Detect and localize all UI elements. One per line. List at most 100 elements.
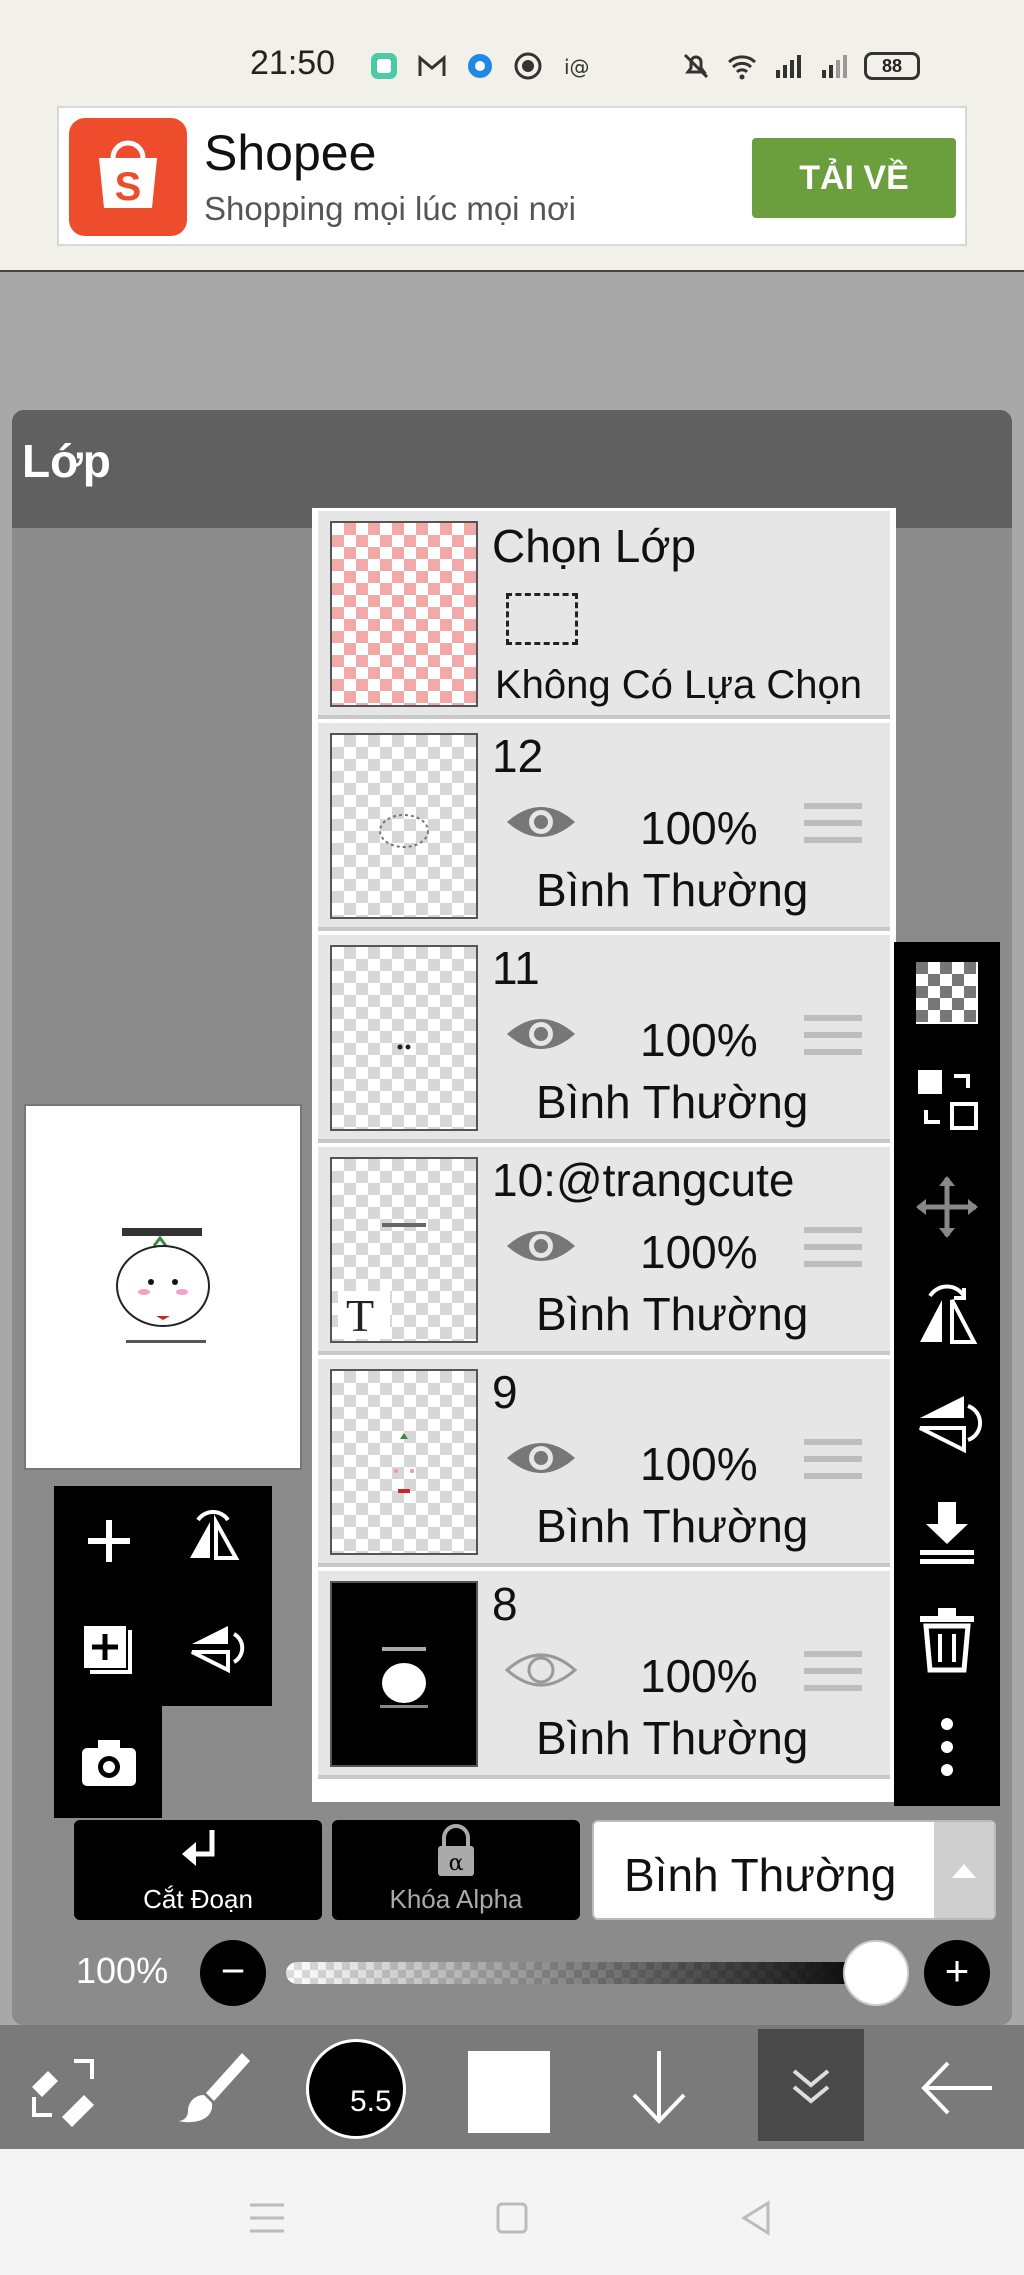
layer-name: 11 [492, 942, 540, 994]
trash-icon[interactable] [912, 1604, 982, 1674]
bottom-toolbar: 5.5 [0, 2025, 1024, 2149]
panel-title: Lớp [22, 435, 111, 487]
move-layer-icon[interactable] [912, 1064, 982, 1134]
drag-handle-icon[interactable] [804, 1013, 862, 1057]
layer-name: 8 [492, 1578, 518, 1630]
flip-v-icon[interactable] [178, 1612, 248, 1682]
ad-banner[interactable]: S Shopee Shopping mọi lúc mọi nơi TẢI VỀ [57, 106, 967, 246]
visibility-eye-icon[interactable] [503, 1433, 579, 1483]
layer-row[interactable]: 11 100% Bình Thường [318, 935, 890, 1143]
layer-blend-mode: Bình Thường [536, 1076, 809, 1128]
ad-subtitle: Shopping mọi lúc mọi nơi [204, 190, 576, 227]
flip-vertical-icon[interactable] [912, 1388, 982, 1458]
layer-panel: Lớp Chọn Lớp Không Có Lựa Chọn 12 100% B… [12, 410, 1012, 2025]
secondary-color-swatch[interactable] [468, 2051, 550, 2133]
clipping-button[interactable]: Cắt Đoạn [74, 1820, 322, 1920]
blend-mode-value: Bình Thường [624, 1849, 897, 1901]
visibility-eye-icon[interactable] [503, 1221, 579, 1271]
layer-tools-right [894, 942, 1000, 1806]
layer-blend-mode: Bình Thường [536, 1288, 809, 1340]
drag-handle-icon[interactable] [804, 1225, 862, 1269]
opacity-decrease-button[interactable]: − [200, 1940, 266, 2006]
home-icon[interactable] [487, 2193, 537, 2243]
camera-icon[interactable] [74, 1728, 144, 1798]
svg-text:S: S [115, 165, 142, 209]
menu-icon[interactable] [242, 2193, 292, 2243]
layer-row[interactable]: 9 100% Bình Thường [318, 1359, 890, 1567]
selection-status: Không Có Lựa Chọn [495, 663, 863, 707]
svg-text:i@: i@ [564, 55, 590, 79]
layer-tools-left [54, 1486, 272, 1818]
triangle-up-icon [952, 1864, 976, 1878]
ad-title: Shopee [204, 125, 377, 181]
brush-size-value: 5.5 [350, 2085, 392, 2118]
layer-thumbnail: T [330, 1157, 478, 1343]
opacity-increase-button[interactable]: + [924, 1940, 990, 2006]
opacity-slider-row: 100% − + [12, 1936, 1012, 2016]
back-icon[interactable] [732, 2193, 782, 2243]
opacity-slider-track[interactable] [286, 1962, 886, 1984]
shopping-bag-icon: S [99, 140, 157, 209]
layer-thumbnail [330, 1369, 478, 1555]
signal-icon [776, 55, 801, 78]
double-chevron-down-icon [792, 2069, 830, 2104]
visibility-eye-icon[interactable] [503, 797, 579, 847]
preview-drawing [116, 1228, 210, 1343]
notification-icons: i@ [368, 50, 592, 82]
flip-horizontal-icon[interactable] [912, 1280, 982, 1350]
system-navigation-bar [0, 2149, 1024, 2275]
brush-icon[interactable] [166, 2043, 256, 2133]
alpha-lock-button[interactable]: α Khóa Alpha [332, 1820, 580, 1920]
ad-banner-container: S Shopee Shopping mọi lúc mọi nơi TẢI VỀ [0, 100, 1024, 272]
drag-handle-icon[interactable] [804, 1437, 862, 1481]
visibility-eye-icon[interactable] [503, 1009, 579, 1059]
svg-text:T: T [346, 1290, 374, 1341]
opacity-value: 100% [76, 1950, 169, 1991]
transform-icon[interactable] [912, 1172, 982, 1242]
mute-icon [683, 53, 709, 79]
drag-handle-icon[interactable] [804, 801, 862, 845]
layer-row[interactable]: 12 100% Bình Thường [318, 723, 890, 931]
layer-blend-mode: Bình Thường [536, 1712, 809, 1764]
add-layer-icon[interactable] [74, 1506, 144, 1576]
layer-name: 10:@trangcute [492, 1154, 795, 1206]
more-icon[interactable] [912, 1712, 982, 1782]
opacity-slider-knob[interactable] [843, 1940, 909, 2006]
blend-mode-select[interactable]: Bình Thường [592, 1820, 996, 1920]
blend-mode-dropdown-arrow[interactable] [934, 1822, 994, 1918]
layer-blend-mode: Bình Thường [536, 1500, 809, 1552]
checker-icon[interactable] [912, 958, 982, 1028]
wifi-icon [727, 55, 757, 80]
system-icons: 88 [680, 50, 920, 82]
layer-opacity: 100% [640, 1650, 758, 1702]
merge-down-icon[interactable] [912, 1496, 982, 1566]
clipping-label: Cắt Đoạn [143, 1884, 253, 1914]
layer-name: 9 [492, 1366, 518, 1418]
mail-icon [418, 54, 446, 76]
layer-opacity: 100% [640, 1014, 758, 1066]
flip-h-icon[interactable] [178, 1506, 248, 1576]
selection-layer-thumbnail [330, 521, 478, 707]
add-copy-icon[interactable] [74, 1612, 144, 1682]
selection-marquee-icon [506, 593, 578, 645]
alpha-lock-label: Khóa Alpha [389, 1884, 523, 1914]
drag-handle-icon[interactable] [804, 1649, 862, 1693]
eraser-swap-icon[interactable] [18, 2043, 108, 2133]
layer-row[interactable]: T 10:@trangcute 100% Bình Thường [318, 1147, 890, 1355]
lock-icon: α [438, 1824, 474, 1876]
layer-name: 12 [492, 730, 544, 782]
layer-row[interactable]: 8 100% Bình Thường [318, 1571, 890, 1779]
canvas-preview[interactable] [24, 1104, 302, 1470]
shopee-logo: S [69, 118, 187, 236]
layer-thumbnail [330, 1581, 478, 1767]
arrow-down-icon[interactable] [614, 2043, 704, 2133]
layer-list: Chọn Lớp Không Có Lựa Chọn 12 100% Bình … [312, 508, 896, 1802]
selection-layer-row[interactable]: Chọn Lớp Không Có Lựa Chọn [318, 511, 890, 719]
layer-thumbnail [330, 733, 478, 919]
visibility-eye-off-icon[interactable] [503, 1645, 579, 1695]
back-arrow-icon[interactable] [912, 2043, 1002, 2133]
signal-2-icon [822, 55, 847, 78]
ad-install-button[interactable]: TẢI VỀ [752, 138, 956, 218]
layer-panel-toggle[interactable] [758, 2029, 864, 2141]
svg-text:α: α [449, 1851, 464, 1876]
